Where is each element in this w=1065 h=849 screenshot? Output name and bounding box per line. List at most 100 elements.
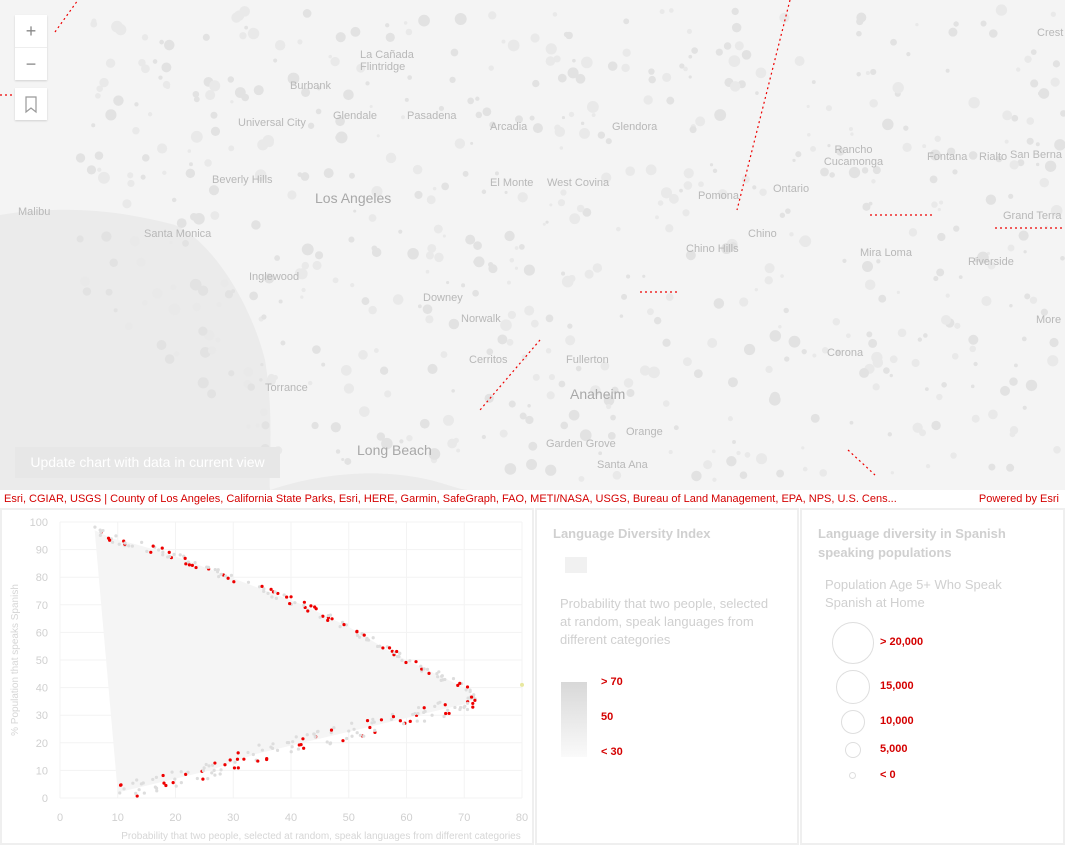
scatter-point — [328, 741, 333, 745]
scatter-point — [422, 719, 427, 723]
map-view[interactable]: La Cañada Flintridge Burbank Glendale Pasad… — [0, 0, 1065, 490]
place-label: Inglewood — [249, 271, 300, 283]
x-tick-label: 20 — [169, 812, 181, 824]
spanish-legend-subtitle: Population Age 5+ Who Speak Spanish at H… — [825, 577, 1002, 610]
scatter-point — [347, 729, 351, 733]
scatter-point — [173, 777, 177, 781]
scatter-point — [365, 719, 370, 723]
place-label: Burbank — [290, 80, 331, 92]
powered-by-esri[interactable]: Powered by Esri — [979, 490, 1059, 508]
zoom-out-button[interactable]: − — [15, 48, 47, 80]
spanish-legend-panel: Language diversity in Spanish speaking p… — [800, 508, 1065, 845]
scatter-point — [469, 695, 474, 699]
scatter-point — [415, 719, 419, 723]
place-label: Santa Monica — [144, 228, 212, 240]
scatter-point — [443, 703, 447, 707]
scatter-point — [273, 590, 277, 594]
scatter-point — [362, 734, 366, 738]
size-circle-15000 — [836, 670, 870, 704]
scatter-point — [135, 778, 139, 782]
scatter-point — [302, 600, 306, 604]
y-tick-label: 50 — [36, 655, 48, 667]
scatter-point — [471, 701, 475, 706]
scatter-point — [235, 757, 240, 761]
scatter-point — [119, 783, 123, 787]
ldi-legend-description: Probability that two people, selected at… — [560, 596, 769, 647]
size-circle-20000 — [832, 622, 874, 664]
scatter-point — [326, 613, 330, 618]
bookmark-button[interactable] — [15, 88, 47, 120]
scatter-point — [427, 671, 431, 675]
scatter-point — [111, 540, 115, 544]
scatter-point — [436, 701, 440, 705]
scatter-point — [151, 777, 155, 782]
scatter-point — [271, 742, 275, 746]
scatter-point — [306, 609, 310, 613]
scatter-point — [422, 710, 426, 714]
place-label: Grand Terra — [1003, 210, 1062, 222]
place-label: Fullerton — [566, 354, 609, 366]
scatter-point — [139, 782, 144, 786]
scatter-point — [330, 617, 334, 621]
scatter-point — [134, 791, 138, 795]
scatter-point — [218, 772, 222, 776]
scatter-point — [293, 601, 297, 605]
scatter-point — [465, 707, 470, 712]
scatter-point — [183, 556, 187, 560]
scatter-point — [302, 746, 306, 750]
size-label-15000: 15,000 — [880, 680, 914, 692]
scatter-point — [160, 546, 164, 550]
place-label: Glendora — [612, 121, 658, 133]
place-label: Cerritos — [469, 354, 508, 366]
scatter-point — [425, 667, 430, 671]
ldi-color-ramp — [561, 682, 587, 757]
scatter-chart[interactable]: 0 10 20 30 40 50 60 70 80 0 10 20 30 40 50 60 70 80 90 100 P… — [2, 510, 532, 843]
y-tick-label: 0 — [42, 793, 48, 805]
attribution-text[interactable]: Esri, CGIAR, USGS | County of Los Angele… — [4, 490, 897, 508]
scatter-point — [464, 688, 468, 692]
scatter-point — [312, 732, 316, 736]
scatter-point — [212, 768, 216, 772]
scatter-point — [106, 536, 111, 540]
scatter-point — [411, 712, 415, 717]
basemap — [0, 0, 1065, 490]
place-label: Garden Grove — [546, 438, 616, 450]
scatter-point — [430, 713, 434, 717]
place-label: San Berna — [1010, 149, 1062, 161]
scatter-point — [270, 595, 274, 599]
scatter-point — [321, 614, 325, 618]
ldi-label-high: > 70 — [601, 676, 623, 688]
scatter-point — [368, 725, 372, 730]
y-tick-label: 60 — [36, 627, 48, 639]
scatter-point — [174, 784, 178, 788]
scatter-point — [301, 737, 305, 741]
zoom-in-button[interactable]: + — [15, 15, 47, 48]
ldi-swatch — [565, 557, 587, 573]
scatter-point — [186, 770, 190, 774]
place-label: Riverside — [968, 256, 1014, 268]
scatter-point — [302, 603, 306, 607]
scatter-point — [265, 756, 269, 761]
zoom-control: + − — [15, 15, 47, 80]
place-label: Mira Loma — [860, 247, 912, 259]
scatter-point — [329, 728, 334, 732]
scatter-point — [352, 727, 356, 731]
y-tick-label: 10 — [36, 765, 48, 777]
scatter-point — [314, 607, 318, 611]
scatter-point — [232, 766, 237, 770]
place-label: Crest — [1037, 27, 1064, 39]
scatter-density-area — [94, 530, 476, 793]
scatter-point — [458, 705, 463, 710]
update-chart-button[interactable]: Update chart with data in current view — [15, 447, 280, 478]
scatter-point — [439, 678, 443, 683]
x-tick-label: 80 — [516, 812, 528, 824]
scatter-point — [451, 677, 456, 681]
place-label: Downey — [423, 292, 463, 304]
scatter-point — [422, 706, 426, 710]
scatter-point — [201, 777, 205, 781]
x-tick-label: 0 — [57, 812, 63, 824]
ldi-legend-panel: Language Diversity Index Probability tha… — [535, 508, 799, 845]
attribution-bar: Esri, CGIAR, USGS | County of Los Angele… — [0, 490, 1065, 508]
scatter-point — [400, 658, 404, 663]
scatter-point — [471, 705, 475, 709]
